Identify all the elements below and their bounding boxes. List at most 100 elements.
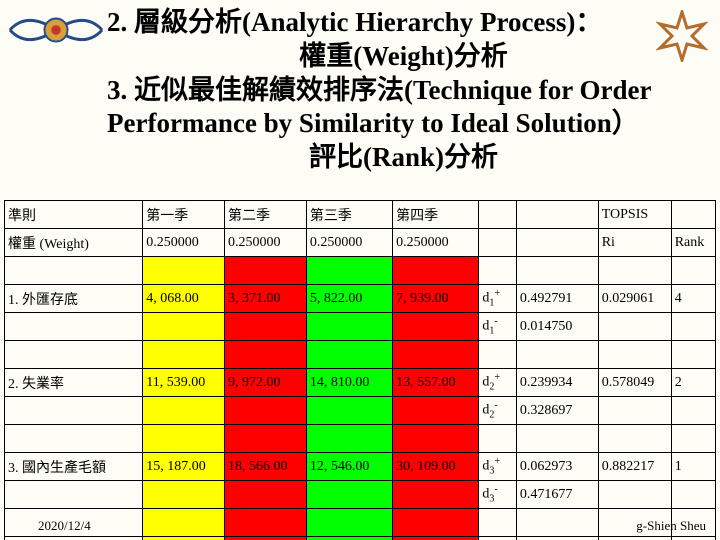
v-q4: 7, 939.00	[393, 285, 479, 313]
blank	[479, 229, 517, 257]
cell	[143, 509, 225, 537]
v-q2: 18, 566.00	[225, 453, 307, 481]
cell	[143, 397, 225, 425]
d-minus: d2-	[479, 397, 517, 425]
blank	[598, 397, 671, 425]
title-l4: Performance by Similarity to Ideal Solut…	[107, 108, 639, 138]
d-minus: d3-	[479, 481, 517, 509]
v-q1: 4, 630.00	[143, 537, 225, 540]
cell	[479, 425, 517, 453]
cell	[393, 313, 479, 341]
cell	[393, 425, 479, 453]
title-l5: 評比(Rank)分析	[107, 141, 700, 175]
w-q2: 0.250000	[225, 229, 307, 257]
v-q2: 3, 371.00	[225, 285, 307, 313]
d-plus-val: 0.239934	[516, 369, 598, 397]
th-criteria: 準則	[5, 201, 143, 229]
blank	[671, 201, 715, 229]
th-q1: 第一季	[143, 201, 225, 229]
topsis-table: 準則第一季第二季第三季第四季TOPSIS權重 (Weight)0.2500000…	[4, 200, 716, 540]
v-q1: 4, 068.00	[143, 285, 225, 313]
v-q4: 6, 549.00	[393, 537, 479, 540]
cell	[516, 257, 598, 285]
d-minus-val: 0.014750	[516, 313, 598, 341]
cell	[393, 509, 479, 537]
cell	[143, 257, 225, 285]
v-q2: 9, 972.00	[225, 369, 307, 397]
cell	[393, 341, 479, 369]
v-q3: 7, 110.00	[306, 537, 392, 540]
cell	[306, 425, 392, 453]
cell	[479, 257, 517, 285]
page-title: 2. 層級分析(Analytic Hierarchy Process)： 權重(…	[107, 6, 700, 175]
cell	[225, 397, 307, 425]
th-weight: 權重 (Weight)	[5, 229, 143, 257]
ri-val: 0.029061	[598, 285, 671, 313]
rank-val: 2	[671, 369, 715, 397]
cell	[306, 313, 392, 341]
row-name: 1. 外匯存底	[5, 285, 143, 313]
rank-val: 3	[671, 537, 715, 540]
v-q2: 4, 312.00	[225, 537, 307, 540]
d-plus-val: 0.492791	[516, 285, 598, 313]
w-q4: 0.250000	[393, 229, 479, 257]
cell	[479, 341, 517, 369]
title-l1: 2. 層級分析(Analytic Hierarchy Process)：	[107, 7, 602, 37]
cell	[5, 425, 143, 453]
cell	[143, 341, 225, 369]
v-q1: 15, 187.00	[143, 453, 225, 481]
cell	[671, 341, 715, 369]
spacer	[5, 257, 143, 285]
blank	[516, 201, 598, 229]
th-rank: Rank	[671, 229, 715, 257]
th-ri: Ri	[598, 229, 671, 257]
ri-val: 0.882217	[598, 453, 671, 481]
d-plus: d1+	[479, 285, 517, 313]
cell	[5, 341, 143, 369]
th-q2: 第二季	[225, 201, 307, 229]
cell	[306, 341, 392, 369]
cell	[143, 425, 225, 453]
d-minus-val: 0.471677	[516, 481, 598, 509]
cell	[516, 509, 598, 537]
ri-val: 0.080475	[598, 537, 671, 540]
blank	[598, 481, 671, 509]
v-q3: 14, 810.00	[306, 369, 392, 397]
cell	[306, 509, 392, 537]
rank-val: 4	[671, 285, 715, 313]
th-q3: 第三季	[306, 201, 392, 229]
emblem-icon	[8, 0, 104, 60]
d-plus: d2+	[479, 369, 517, 397]
cell	[516, 341, 598, 369]
blank	[5, 313, 143, 341]
cell	[393, 257, 479, 285]
cell	[306, 257, 392, 285]
cell	[598, 425, 671, 453]
title-l2: 權重(Weight)分析	[107, 40, 700, 74]
blank	[479, 201, 517, 229]
ri-val: 0.578049	[598, 369, 671, 397]
blank	[5, 481, 143, 509]
cell	[598, 257, 671, 285]
cell	[225, 425, 307, 453]
cell	[671, 425, 715, 453]
d-minus: d1-	[479, 313, 517, 341]
cell	[306, 397, 392, 425]
blank	[5, 397, 143, 425]
cell	[143, 313, 225, 341]
v-q4: 30, 109.00	[393, 453, 479, 481]
cell	[225, 257, 307, 285]
cell	[225, 509, 307, 537]
cell	[516, 425, 598, 453]
blank	[516, 229, 598, 257]
th-q4: 第四季	[393, 201, 479, 229]
cell	[225, 313, 307, 341]
cell	[598, 341, 671, 369]
d-plus-val: 0.468733	[516, 537, 598, 540]
rank-val: 1	[671, 453, 715, 481]
row-name: 2. 失業率	[5, 369, 143, 397]
cell	[306, 481, 392, 509]
footer-author: g-Shien Sheu	[636, 518, 706, 534]
row-name: 4. 進出口貿易總值	[5, 537, 143, 540]
v-q4: 13, 557.00	[393, 369, 479, 397]
